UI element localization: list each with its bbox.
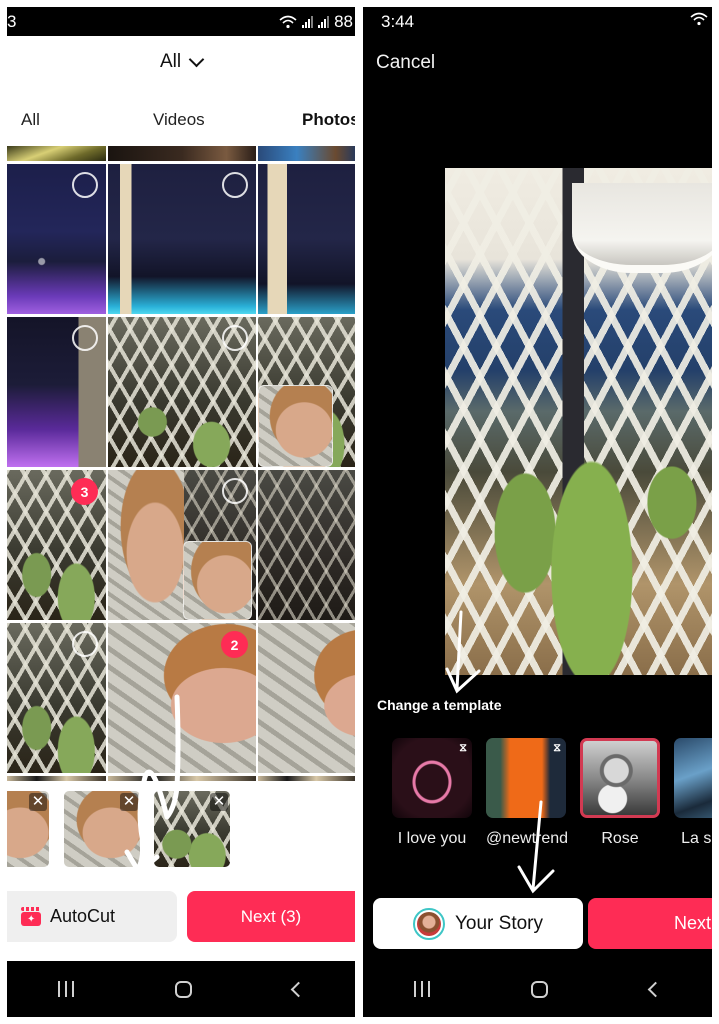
back-icon[interactable] — [291, 981, 307, 997]
next-button[interactable]: Next (3) — [187, 891, 355, 942]
template-item[interactable]: ⧖ I love you — [392, 738, 472, 848]
capcut-icon: ⧖ — [459, 742, 467, 754]
media-tile[interactable] — [258, 146, 355, 161]
story-preview-image — [445, 168, 712, 675]
system-nav-bar — [7, 961, 355, 1017]
signal-icon — [302, 16, 314, 28]
status-time: 3 — [7, 12, 17, 31]
tab-all[interactable]: All — [21, 110, 40, 130]
media-grid: 3 2 — [7, 146, 355, 781]
media-tile[interactable] — [7, 623, 106, 773]
avatar — [412, 907, 445, 940]
pip-overlay — [183, 541, 252, 620]
selection-number-badge[interactable]: 2 — [221, 631, 248, 658]
select-circle[interactable] — [72, 172, 98, 198]
template-label: La sound — [681, 830, 712, 847]
recents-icon[interactable] — [57, 981, 74, 997]
media-tile[interactable] — [108, 776, 256, 781]
close-icon[interactable]: ✕ — [120, 793, 138, 811]
template-label: I love you — [397, 830, 467, 847]
media-tile[interactable] — [7, 317, 106, 467]
signal-icon-2 — [318, 16, 330, 28]
tab-photos[interactable]: Photos — [302, 110, 355, 130]
media-tile[interactable] — [7, 776, 106, 781]
template-item-selected[interactable]: Rose — [580, 738, 660, 848]
template-label: @newtrend — [486, 830, 569, 847]
selfie-half — [108, 470, 184, 620]
template-thumbnail — [580, 738, 660, 818]
autocut-clapper-icon: ✦ — [21, 907, 41, 926]
chevron-down-icon — [188, 51, 205, 68]
your-story-button[interactable]: Your Story — [373, 898, 583, 949]
media-tile[interactable] — [258, 623, 355, 773]
wifi-icon — [279, 15, 297, 29]
pip-overlay — [258, 385, 333, 467]
media-tile[interactable] — [7, 164, 106, 314]
template-thumbnail: ⧖ — [392, 738, 472, 818]
selection-number-badge[interactable]: 3 — [71, 478, 98, 505]
battery-level: 88 — [334, 12, 353, 31]
preview-architecture — [572, 183, 712, 273]
selected-items-tray: ✕ ✕ ✕ — [7, 791, 355, 867]
media-tile[interactable] — [258, 470, 355, 620]
recents-icon[interactable] — [413, 981, 430, 997]
select-circle[interactable] — [72, 631, 98, 657]
capcut-icon: ⧖ — [553, 742, 561, 754]
selected-item[interactable]: ✕ — [7, 791, 49, 867]
album-selector[interactable]: All — [7, 51, 355, 73]
home-icon[interactable] — [531, 980, 549, 998]
status-bar: 3:44 — [363, 7, 712, 36]
album-selector-label: All — [159, 51, 182, 72]
status-icons: 88 — [279, 12, 353, 32]
autocut-button[interactable]: ✦ AutoCut — [7, 891, 177, 942]
media-tile[interactable] — [258, 776, 355, 781]
change-template-heading: Change a template — [377, 697, 502, 713]
screenshot-composite: 3 88 All All Videos Photos 3 2 ✕ ✕ ✕ ✦ A… — [0, 0, 719, 1024]
autocut-label: AutoCut — [50, 906, 116, 926]
media-tile[interactable] — [258, 164, 355, 314]
close-icon[interactable]: ✕ — [29, 793, 47, 811]
media-tile[interactable] — [108, 470, 256, 620]
status-icons — [690, 12, 712, 26]
home-icon[interactable] — [174, 980, 192, 998]
media-tile[interactable]: 2 — [108, 623, 256, 773]
template-item[interactable]: La sound — [674, 738, 712, 848]
template-thumbnail — [674, 738, 712, 818]
selected-item[interactable]: ✕ — [64, 791, 140, 867]
select-circle[interactable] — [72, 325, 98, 351]
your-story-label: Your Story — [454, 912, 543, 934]
selected-item[interactable]: ✕ — [154, 791, 230, 867]
story-preview-screen: 3:44 Cancel Change a template ⧖ I love y… — [363, 7, 712, 1017]
close-icon[interactable]: ✕ — [210, 793, 228, 811]
tab-videos[interactable]: Videos — [153, 110, 205, 130]
media-picker-screen: 3 88 All All Videos Photos 3 2 ✕ ✕ ✕ ✦ A… — [7, 7, 355, 1017]
select-circle[interactable] — [222, 172, 248, 198]
media-tile[interactable] — [108, 317, 256, 467]
back-icon[interactable] — [647, 981, 664, 997]
next-button[interactable]: Next — [588, 898, 712, 949]
wifi-icon — [690, 12, 708, 26]
template-label: Rose — [601, 830, 639, 847]
select-circle[interactable] — [222, 478, 248, 504]
status-time: 3:44 — [381, 12, 415, 31]
media-type-tabs: All Videos Photos — [7, 107, 355, 135]
status-bar: 3 88 — [7, 7, 355, 36]
template-carousel: ⧖ I love you ⧖ @newtrend Rose La sound — [363, 738, 712, 858]
select-circle[interactable] — [222, 325, 248, 351]
cancel-button[interactable]: Cancel — [376, 52, 435, 74]
system-nav-bar — [363, 961, 712, 1017]
media-tile[interactable] — [7, 146, 106, 161]
template-thumbnail: ⧖ — [486, 738, 566, 818]
media-tile[interactable]: 3 — [7, 470, 106, 620]
template-item[interactable]: ⧖ @newtrend — [486, 738, 569, 848]
media-tile[interactable] — [108, 164, 256, 314]
media-tile[interactable] — [258, 317, 355, 467]
media-tile[interactable] — [108, 146, 256, 161]
